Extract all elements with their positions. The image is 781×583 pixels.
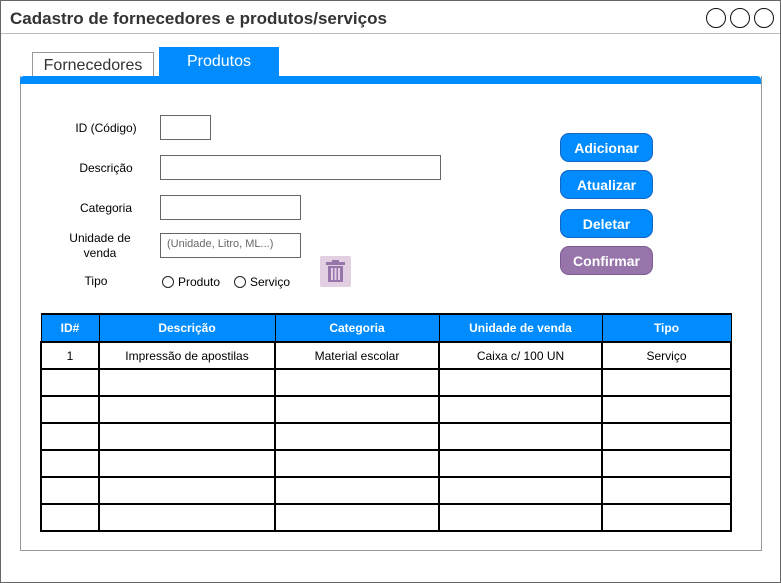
adicionar-button[interactable]: Adicionar [560, 133, 653, 162]
window-control-circle-icon[interactable] [730, 8, 750, 28]
table-cell [274, 476, 440, 505]
column-header-unidade[interactable]: Unidade de venda [438, 313, 603, 343]
table-cell [438, 449, 603, 478]
table-cell [274, 449, 440, 478]
radio-servico-label: Serviço [250, 275, 291, 289]
atualizar-button[interactable]: Atualizar [560, 170, 653, 199]
window-title: Cadastro de fornecedores e produtos/serv… [10, 9, 387, 28]
table-cell [274, 395, 440, 424]
table-cell: 1 [40, 341, 100, 370]
categoria-label: Categoria [79, 201, 133, 215]
table-row[interactable] [40, 503, 732, 532]
column-header-tipo[interactable]: Tipo [601, 313, 732, 343]
column-header-descricao[interactable]: Descrição [98, 313, 276, 343]
table-cell [274, 422, 440, 451]
table-cell [274, 368, 440, 397]
table-cell [438, 368, 603, 397]
descricao-input[interactable] [160, 155, 441, 180]
table-cell [40, 503, 100, 532]
title-bar: Cadastro de fornecedores e produtos/serv… [1, 1, 780, 34]
deletar-button[interactable]: Deletar [560, 209, 653, 238]
table-cell [438, 395, 603, 424]
tab-fornecedores[interactable]: Fornecedores [32, 52, 154, 78]
table-cell [98, 395, 276, 424]
table-cell [438, 476, 603, 505]
table-cell [40, 422, 100, 451]
table-cell [601, 395, 732, 424]
produtos-table: ID# Descrição Categoria Unidade de venda… [40, 313, 732, 532]
table-cell [40, 449, 100, 478]
table-cell: Caixa c/ 100 UN [438, 341, 603, 370]
table-cell [274, 503, 440, 532]
delete-item-button[interactable] [320, 256, 351, 287]
table-row[interactable] [40, 449, 732, 478]
column-header-categoria[interactable]: Categoria [274, 313, 440, 343]
confirmar-button[interactable]: Confirmar [560, 246, 653, 275]
trash-icon [326, 260, 345, 282]
table-cell [438, 422, 603, 451]
descricao-label: Descrição [79, 161, 133, 175]
table-cell [40, 395, 100, 424]
radio-circle-icon [162, 276, 174, 288]
table-cell [601, 368, 732, 397]
radio-circle-icon [234, 276, 246, 288]
unidade-input[interactable]: (Unidade, Litro, ML...) [160, 233, 301, 258]
table-row[interactable] [40, 422, 732, 451]
radio-produto-label: Produto [178, 275, 221, 289]
table-row[interactable] [40, 476, 732, 505]
table-cell [601, 449, 732, 478]
table-row[interactable] [40, 368, 732, 397]
table-cell [98, 422, 276, 451]
table-row[interactable] [40, 395, 732, 424]
table-cell [601, 503, 732, 532]
table-cell [438, 503, 603, 532]
table-cell [98, 476, 276, 505]
table-cell: Impressão de apostilas [98, 341, 276, 370]
column-header-id[interactable]: ID# [40, 313, 100, 343]
unidade-label-line2: venda [83, 246, 117, 260]
id-label: ID (Código) [75, 121, 137, 135]
radio-produto[interactable]: Produto [162, 275, 220, 289]
panel-top-bar [20, 76, 761, 84]
tipo-label: Tipo [84, 274, 108, 288]
tab-produtos[interactable]: Produtos [159, 47, 279, 79]
table-cell: Serviço [601, 341, 732, 370]
radio-servico[interactable]: Serviço [234, 275, 290, 289]
table-cell [40, 476, 100, 505]
table-row[interactable]: 1 Impressão de apostilas Material escola… [40, 341, 732, 370]
table-cell [98, 503, 276, 532]
table-cell [98, 449, 276, 478]
table-cell: Material escolar [274, 341, 440, 370]
window-control-circle-icon[interactable] [754, 8, 774, 28]
table-header-row: ID# Descrição Categoria Unidade de venda… [40, 313, 732, 343]
table-cell [601, 422, 732, 451]
id-input[interactable] [160, 115, 211, 140]
unidade-label-line1: Unidade de [69, 231, 131, 245]
window-control-circle-icon[interactable] [706, 8, 726, 28]
table-cell [601, 476, 732, 505]
table-cell [40, 368, 100, 397]
table-cell [98, 368, 276, 397]
categoria-input[interactable] [160, 195, 301, 220]
